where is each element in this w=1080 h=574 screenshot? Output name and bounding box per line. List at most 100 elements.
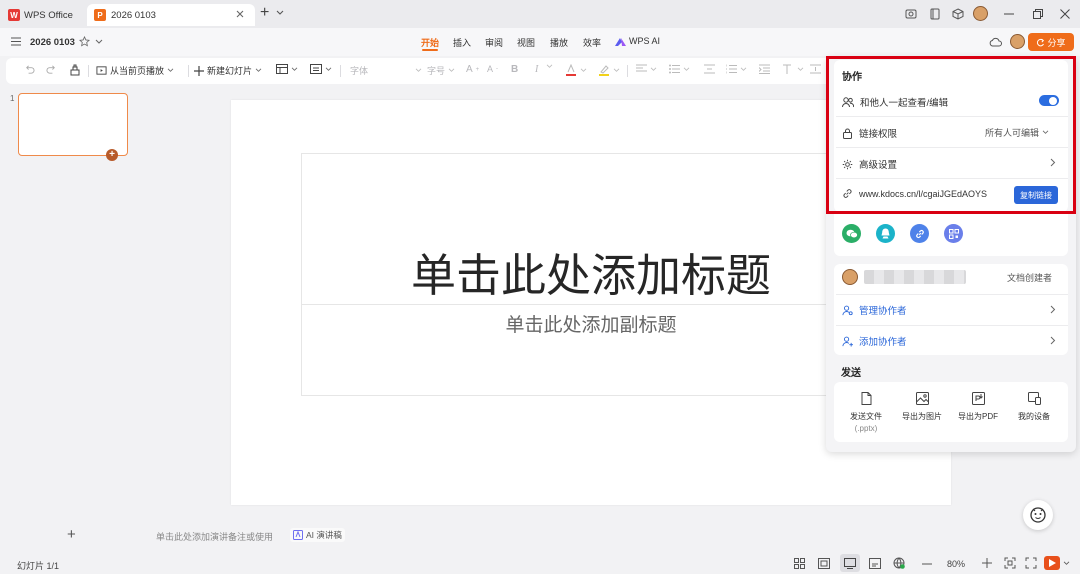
tab-view[interactable]: 视图: [517, 36, 535, 49]
decrease-font-icon[interactable]: A-: [487, 64, 498, 74]
play-from-current-button[interactable]: 从当前页播放: [96, 64, 174, 77]
export-image-button[interactable]: 导出为图片: [894, 392, 950, 422]
add-collaborators-row[interactable]: 添加协作者: [842, 334, 907, 348]
chain-link-icon: [915, 229, 924, 238]
highlight-color-icon[interactable]: [598, 64, 620, 76]
export-pdf-button[interactable]: 导出为PDF: [950, 392, 1006, 422]
link-permission-label: 链接权限: [859, 129, 898, 140]
copy-link-button[interactable]: 复制链接: [1014, 186, 1058, 204]
advanced-settings-chevron-icon[interactable]: [1050, 158, 1056, 167]
collaborator-avatar[interactable]: [1010, 34, 1025, 49]
advanced-settings-row[interactable]: 高级设置: [842, 157, 897, 171]
qrcode-share-button[interactable]: [944, 224, 963, 243]
image-icon: [915, 392, 929, 405]
status-bar: [0, 552, 1080, 574]
wechat-share-button[interactable]: [842, 224, 861, 243]
close-tab-icon[interactable]: [235, 9, 245, 19]
slideshow-chevron-icon[interactable]: [1063, 561, 1070, 566]
restore-icon[interactable]: [1033, 9, 1043, 19]
italic-chevron-icon[interactable]: [546, 64, 553, 69]
user-avatar[interactable]: [973, 6, 988, 21]
distribute-icon[interactable]: [704, 64, 715, 74]
font-size-select[interactable]: 字号: [427, 64, 455, 77]
co-edit-toggle[interactable]: [1039, 95, 1059, 106]
text-direction-icon[interactable]: [783, 64, 804, 74]
zoom-in-icon[interactable]: [982, 558, 992, 568]
notes-view-icon[interactable]: [869, 558, 881, 569]
window-layout-icon[interactable]: [929, 8, 941, 20]
reading-view-icon[interactable]: [844, 558, 856, 569]
vertical-align-icon[interactable]: [810, 64, 821, 74]
copy-link-share-button[interactable]: [910, 224, 929, 243]
close-window-icon[interactable]: [1060, 9, 1070, 19]
align-text-icon[interactable]: [636, 64, 657, 74]
font-color-icon[interactable]: [565, 64, 587, 76]
permission-chevron-icon: [1042, 130, 1049, 134]
my-devices-button[interactable]: 我的设备: [1006, 392, 1062, 422]
package-icon[interactable]: [952, 8, 964, 20]
share-button[interactable]: 分享: [1028, 33, 1074, 51]
people-icon: [842, 96, 854, 107]
globe-check-icon[interactable]: [893, 557, 905, 569]
increase-font-icon[interactable]: A +: [466, 64, 479, 75]
tab-document[interactable]: P 2026 0103: [87, 4, 255, 26]
format-painter-icon[interactable]: [69, 64, 81, 76]
bullet-list-icon[interactable]: [669, 64, 690, 74]
cloud-sync-icon[interactable]: [989, 37, 1002, 47]
font-family-select[interactable]: 字体: [350, 64, 422, 77]
section-icon: [310, 64, 322, 74]
document-name[interactable]: 2026 0103: [30, 37, 75, 48]
tab-wps-ai[interactable]: WPS AI: [629, 36, 660, 46]
new-tab-button[interactable]: +: [260, 5, 269, 21]
fit-to-window-icon[interactable]: [1004, 557, 1016, 569]
add-collaborators-chevron-icon[interactable]: [1050, 336, 1056, 345]
bold-icon[interactable]: B: [511, 64, 518, 75]
slide-sorter-icon[interactable]: [818, 558, 830, 569]
new-slide-button[interactable]: 新建幻灯片: [194, 64, 262, 77]
fullscreen-icon[interactable]: [1025, 557, 1037, 569]
link-permission-row[interactable]: 链接权限: [842, 126, 897, 140]
slide-layout-button[interactable]: [276, 64, 298, 74]
tab-list-chevron-icon[interactable]: [276, 10, 284, 16]
play-chevron-icon: [167, 68, 174, 72]
add-slide-below-icon[interactable]: +: [106, 149, 118, 161]
link-icon: [843, 189, 852, 198]
link-permission-select[interactable]: 所有人可编辑: [985, 126, 1049, 139]
add-slide-button[interactable]: +: [67, 526, 76, 543]
section-button[interactable]: [310, 64, 332, 74]
star-favorite-icon[interactable]: [79, 36, 90, 47]
manage-collaborators-chevron-icon[interactable]: [1050, 305, 1056, 314]
notes-placeholder[interactable]: 单击此处添加演讲备注或使用: [156, 530, 273, 543]
screenshot-icon[interactable]: [905, 8, 917, 20]
assistant-button[interactable]: [1023, 500, 1053, 530]
doc-menu-chevron-icon[interactable]: [95, 39, 103, 45]
slide-thumbnail[interactable]: [18, 93, 128, 156]
zoom-out-icon[interactable]: [922, 563, 932, 565]
tab-start[interactable]: 开始: [421, 36, 439, 49]
hamburger-menu-icon[interactable]: [11, 37, 21, 46]
numbered-list-icon[interactable]: [726, 64, 747, 74]
send-file-button[interactable]: 发送文件 (.pptx): [838, 392, 894, 433]
share-arrow-icon: [1037, 38, 1045, 46]
section-chevron-icon: [325, 67, 332, 71]
ai-speech-button[interactable]: AI 演讲稿: [290, 528, 345, 542]
manage-collaborators-row[interactable]: 管理协作者: [842, 303, 907, 317]
undo-icon[interactable]: [24, 64, 35, 75]
toolbar-divider: [627, 65, 628, 77]
tab-play[interactable]: 播放: [550, 36, 568, 49]
italic-icon[interactable]: I: [535, 64, 538, 75]
tab-insert[interactable]: 插入: [453, 36, 471, 49]
share-link-url[interactable]: www.kdocs.cn/l/cgaiJGEdAOYS: [859, 189, 987, 199]
tab-review[interactable]: 审阅: [485, 36, 503, 49]
minimize-icon[interactable]: [1004, 13, 1014, 15]
tab-wps-office[interactable]: W WPS Office: [8, 4, 82, 26]
slideshow-play-button[interactable]: [1044, 556, 1060, 570]
qq-share-button[interactable]: [876, 224, 895, 243]
tab-efficiency[interactable]: 效率: [583, 36, 601, 49]
tab-wps-office-label: WPS Office: [24, 9, 73, 21]
redo-icon[interactable]: [46, 64, 57, 75]
normal-view-icon[interactable]: [794, 558, 805, 569]
indent-icon[interactable]: [759, 64, 770, 74]
creator-role: 文档创建者: [1007, 273, 1053, 283]
zoom-level[interactable]: 80%: [947, 559, 965, 569]
